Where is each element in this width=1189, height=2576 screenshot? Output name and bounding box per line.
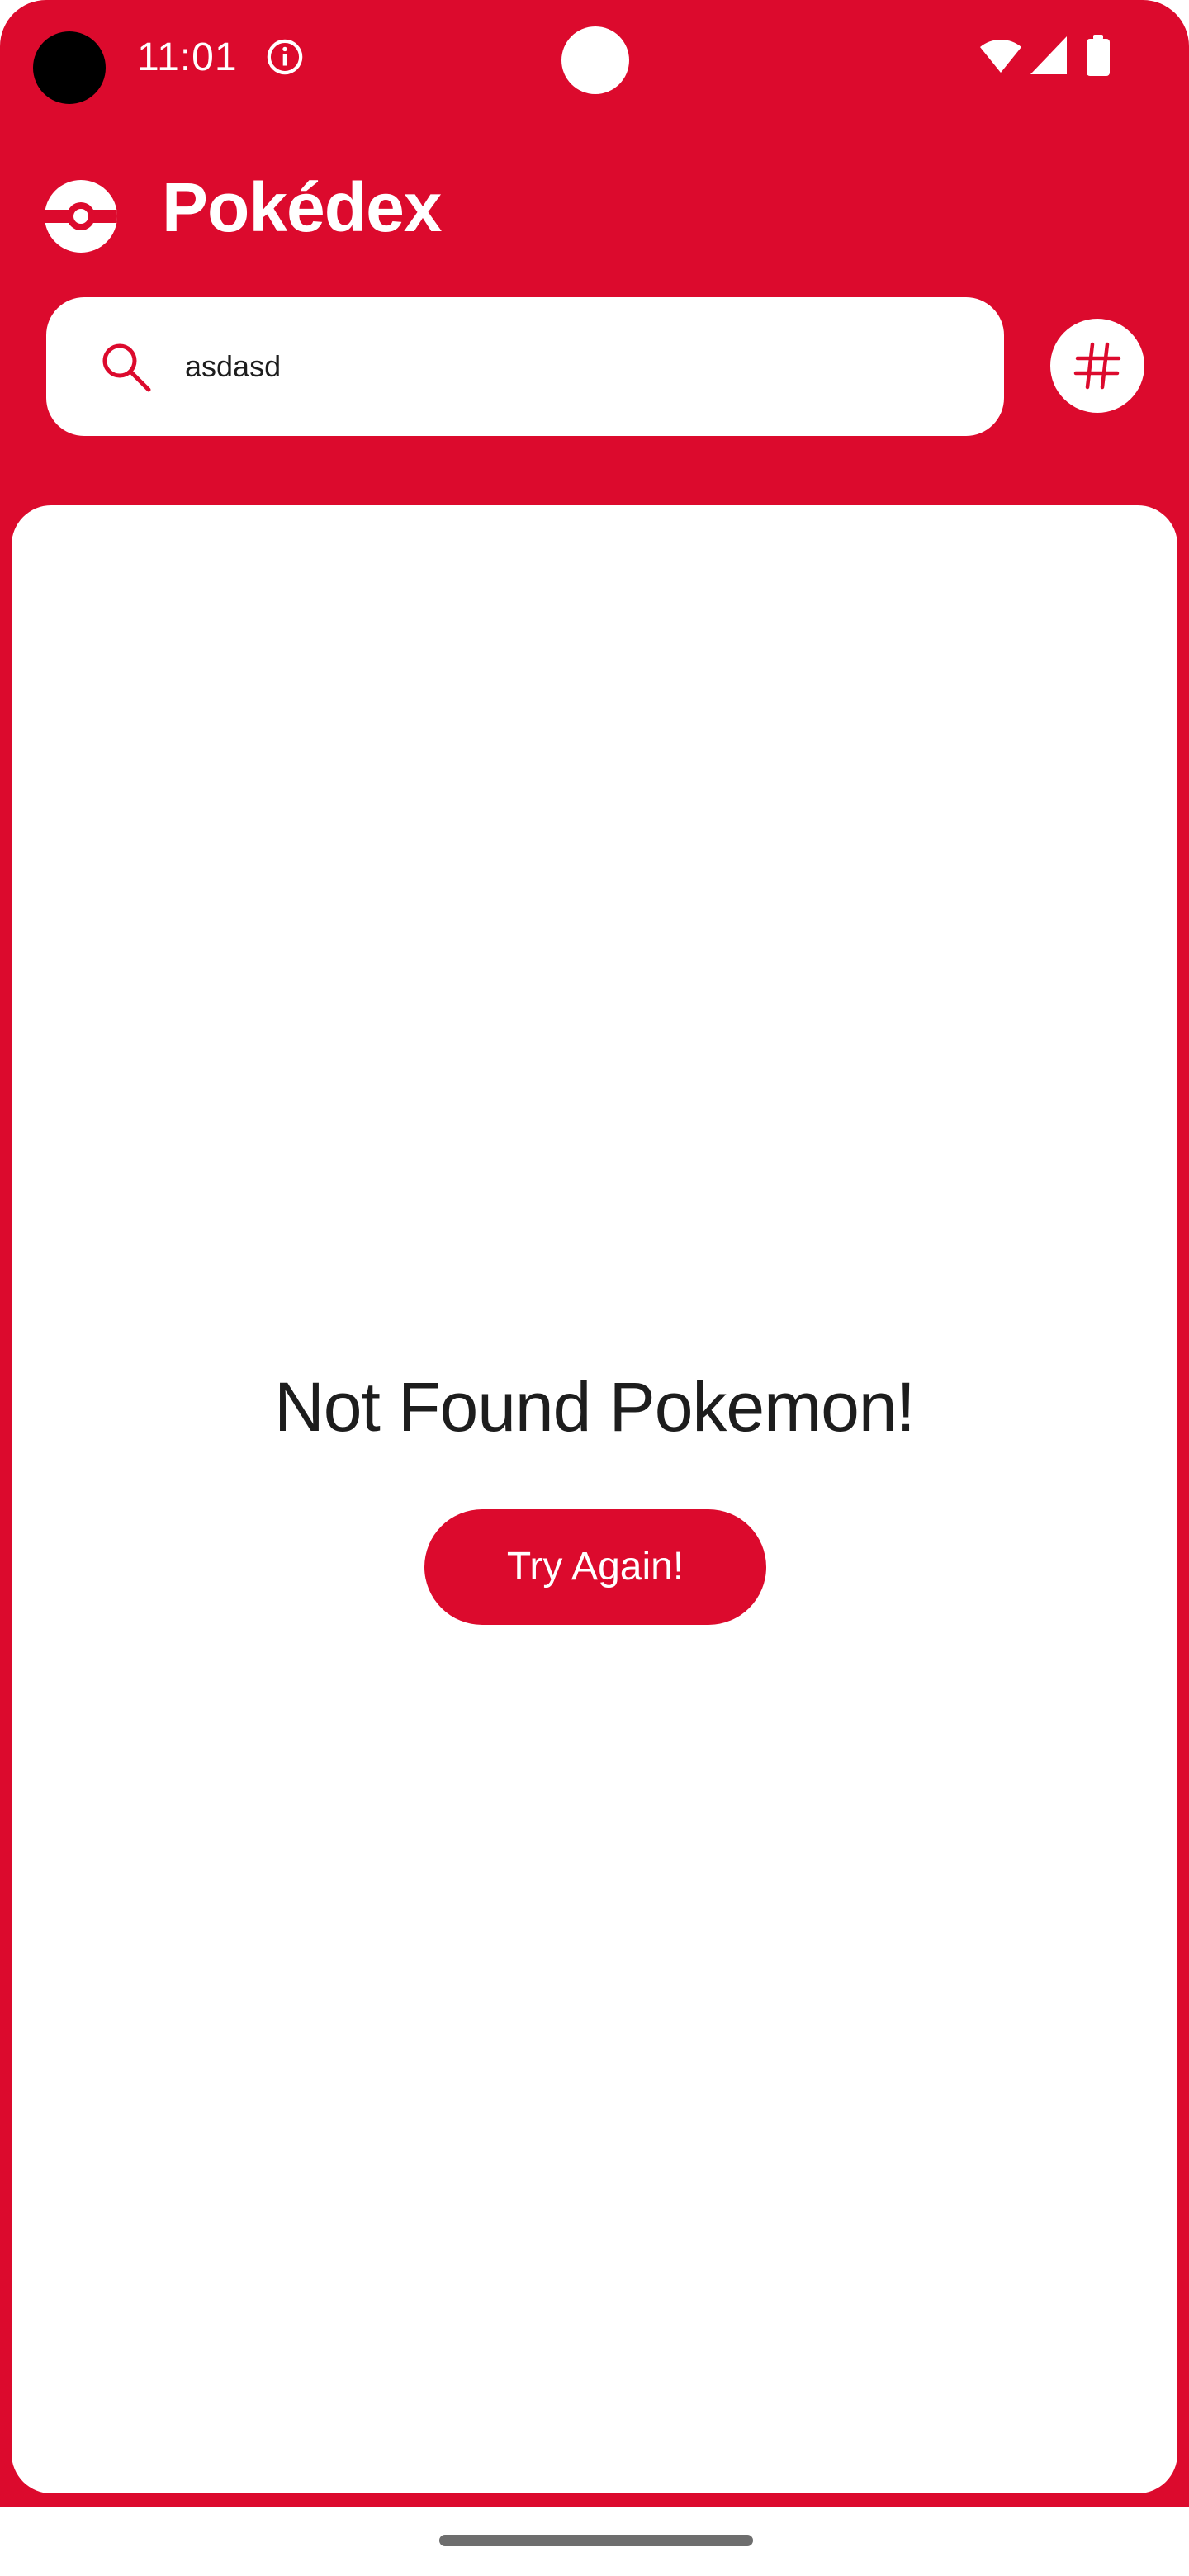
- gesture-navigation-bar[interactable]: [439, 2535, 753, 2546]
- search-bar[interactable]: [46, 297, 1004, 436]
- search-input[interactable]: [185, 330, 961, 403]
- info-icon: [267, 39, 303, 75]
- app-title: Pokédex: [162, 168, 443, 246]
- results-panel: Not Found Pokemon! Try Again!: [12, 505, 1177, 2493]
- try-again-button[interactable]: Try Again!: [424, 1509, 766, 1625]
- signal-icon: [1030, 36, 1067, 74]
- wifi-icon: [980, 40, 1021, 73]
- status-time: 11:01: [137, 36, 238, 79]
- sort-button[interactable]: [1050, 319, 1144, 413]
- empty-state-message: Not Found Pokemon!: [274, 1368, 916, 1446]
- search-icon: [102, 343, 151, 392]
- hash-icon: [1073, 342, 1121, 390]
- pokeball-icon: [45, 180, 117, 253]
- front-camera-cutout: [33, 31, 106, 104]
- notch-indicator: [561, 26, 629, 94]
- battery-icon: [1087, 35, 1110, 76]
- app-screen: 11:01 Pokédex asdasd Not Found Pokemon! …: [0, 0, 1189, 2507]
